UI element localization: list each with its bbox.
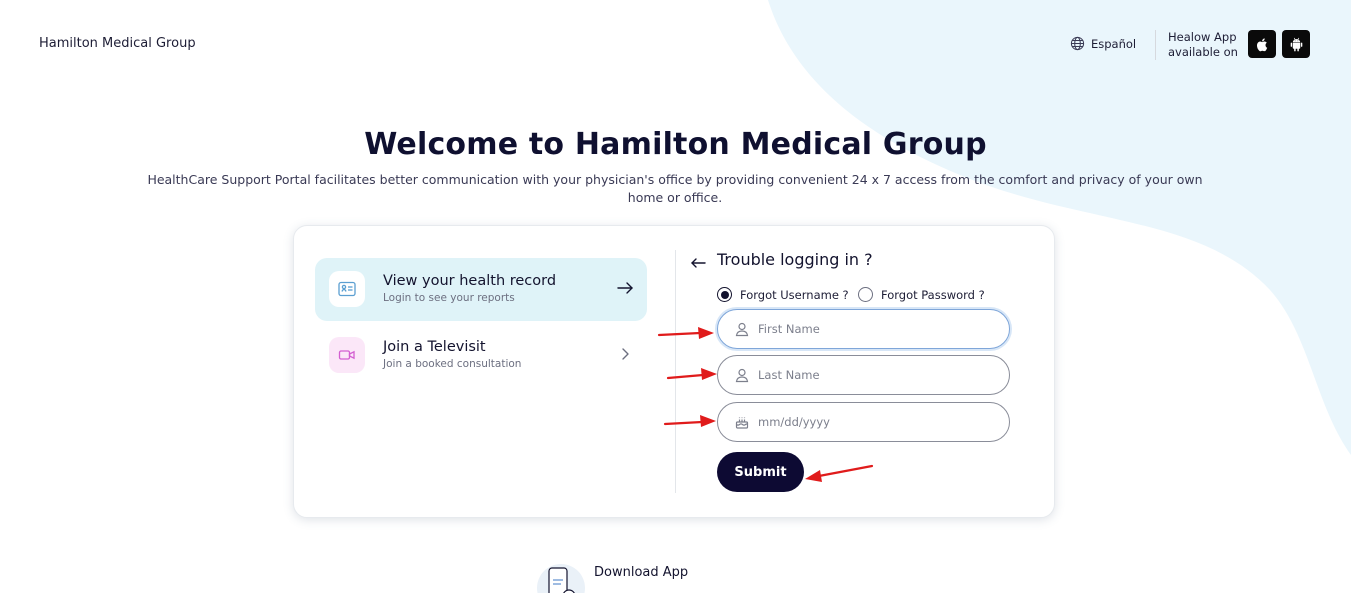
option-title: Join a Televisit — [383, 339, 486, 355]
login-card: View your health record Login to see you… — [293, 225, 1055, 518]
globe-icon — [1070, 36, 1085, 51]
option-subtitle: Login to see your reports — [383, 292, 515, 304]
radio-forgot-username[interactable]: Forgot Username ? — [717, 287, 849, 302]
dob-input[interactable] — [758, 411, 998, 433]
back-arrow-icon[interactable] — [690, 254, 708, 272]
trouble-heading: Trouble logging in ? — [717, 250, 873, 269]
play-store-button[interactable] — [1282, 30, 1310, 58]
language-switch[interactable]: Español — [1070, 36, 1136, 51]
radio-dot[interactable] — [717, 287, 732, 302]
apple-icon — [1256, 37, 1267, 51]
option-title: View your health record — [383, 273, 557, 289]
android-icon — [1290, 37, 1302, 51]
user-icon — [735, 322, 749, 337]
page-title: Welcome to Hamilton Medical Group — [364, 127, 987, 162]
header-divider — [1155, 30, 1156, 60]
radio-dot[interactable] — [858, 287, 873, 302]
page-subtitle: HealthCare Support Portal facilitates be… — [147, 172, 1203, 205]
chevron-right-icon — [622, 348, 629, 360]
user-icon — [735, 368, 749, 383]
org-name[interactable]: Hamilton Medical Group — [39, 36, 196, 51]
download-app-icon — [537, 564, 585, 593]
download-app-title: Download App — [594, 565, 689, 580]
radio-label: Forgot Password ? — [881, 287, 985, 302]
last-name-field[interactable] — [717, 355, 1010, 395]
option-view-health-record[interactable]: View your health record Login to see you… — [315, 258, 647, 321]
video-icon — [329, 337, 365, 373]
option-join-televisit[interactable]: Join a Televisit Join a booked consultat… — [315, 324, 647, 387]
card-divider — [675, 250, 676, 493]
arrow-right-icon — [617, 282, 633, 294]
last-name-input[interactable] — [758, 364, 998, 386]
option-subtitle: Join a booked consultation — [383, 358, 522, 370]
first-name-field[interactable] — [717, 309, 1010, 349]
radio-forgot-password[interactable]: Forgot Password ? — [858, 287, 985, 302]
radio-label: Forgot Username ? — [740, 287, 849, 302]
cake-icon — [735, 417, 749, 429]
health-record-icon — [329, 271, 365, 307]
app-store-button[interactable] — [1248, 30, 1276, 58]
app-text-line1: Healow App — [1168, 30, 1237, 44]
app-text-line2: available on — [1168, 45, 1238, 59]
first-name-input[interactable] — [758, 318, 998, 340]
submit-button[interactable]: Submit — [717, 452, 804, 492]
language-label: Español — [1091, 36, 1137, 51]
app-availability-text: Healow App available on — [1168, 30, 1238, 60]
dob-field[interactable] — [717, 402, 1010, 442]
